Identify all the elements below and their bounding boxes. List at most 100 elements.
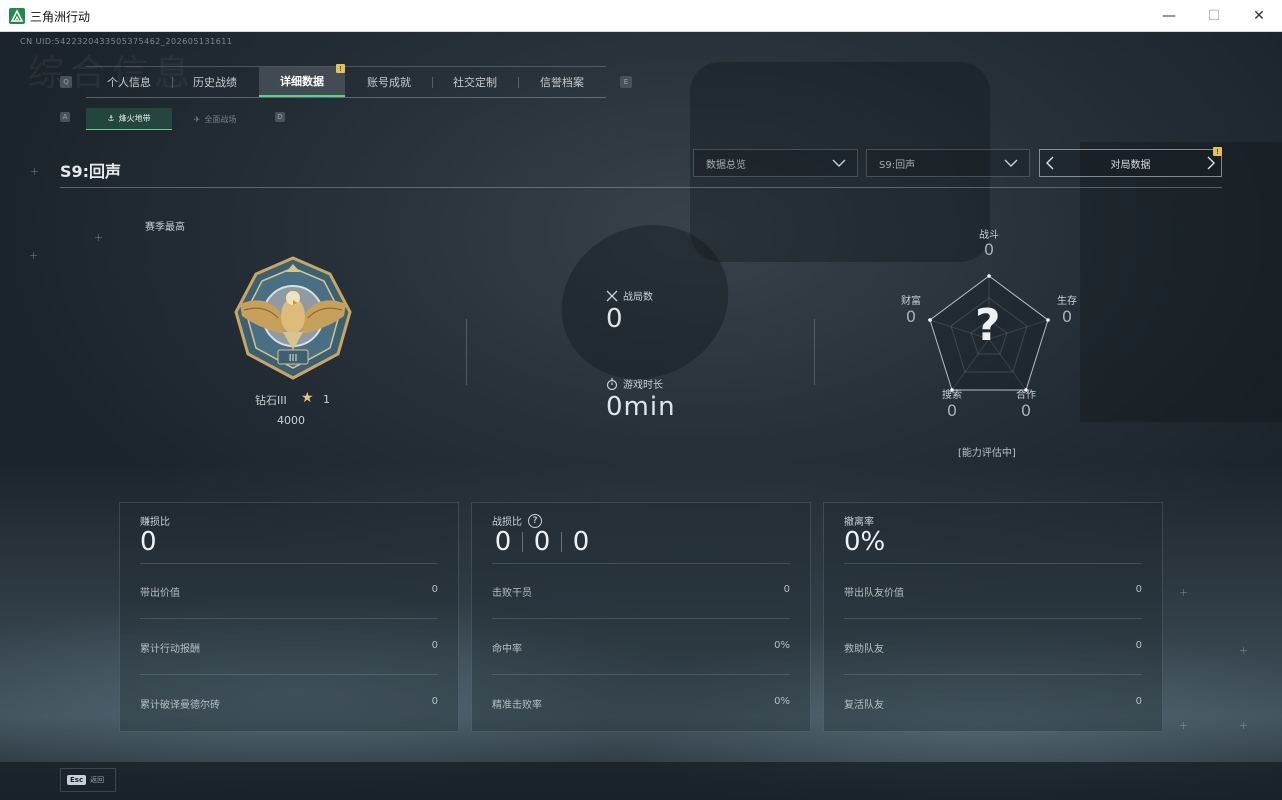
tab-prev-key[interactable]: Q	[60, 76, 72, 88]
row-label: 带出价值	[140, 588, 180, 599]
card-row: 击败干员 0	[492, 584, 790, 599]
playtime-label: 游戏时长	[623, 380, 663, 391]
row-value: 0%	[774, 640, 790, 651]
radar-status: [能力评估中]	[958, 448, 1016, 459]
season-best-label: 赛季最高	[145, 222, 185, 233]
chevron-left-icon[interactable]	[1044, 155, 1056, 171]
row-label: 带出队友价值	[844, 588, 904, 599]
row-label: 精准击败率	[492, 700, 542, 711]
decor-crosshair	[1180, 722, 1187, 729]
game-viewport: 综合信息 CN UID:5422320433505375462_20260513…	[0, 32, 1282, 800]
kd-value: 0	[494, 527, 512, 557]
rank-medal-icon: III	[234, 256, 352, 380]
card-divider	[140, 674, 438, 675]
radar-coop-value: 0	[1020, 401, 1032, 420]
tab-social[interactable]: 社交定制	[432, 67, 518, 97]
app-logo-icon	[9, 8, 25, 24]
card-row: 命中率 0%	[492, 640, 790, 655]
matches-label: 战局数	[623, 292, 653, 303]
row-value: 0	[1135, 584, 1142, 595]
maximize-button[interactable]: ☐	[1191, 0, 1237, 31]
card-row: 带出价值 0	[140, 584, 438, 599]
card-row: 累计破译曼德尔砖 0	[140, 696, 438, 711]
subtab-all-out-war[interactable]: ✈ 全面战场	[172, 108, 258, 130]
profit-ratio-card: 赚损比 0 带出价值 0 累计行动报酬 0 累计破译曼德尔砖 0	[119, 502, 459, 732]
season-title: S9:回声	[60, 162, 122, 181]
window-title: 三角洲行动	[30, 10, 91, 24]
tabs-underline	[86, 97, 606, 98]
row-label: 击败干员	[492, 588, 532, 599]
match-data-label: 对局数据	[1110, 159, 1151, 171]
subtab-label: 全面战场	[204, 114, 237, 124]
section-divider	[814, 319, 815, 385]
minimize-button[interactable]: —	[1146, 0, 1192, 31]
star-icon: ★	[301, 390, 314, 406]
kd-value: 0	[533, 527, 551, 557]
radar-combat-value: 0	[983, 240, 995, 259]
section-divider	[466, 319, 467, 385]
subtab-label: 烽火地带	[118, 114, 151, 123]
radar-unknown-mark: ?	[975, 300, 1001, 351]
radar-search-label: 搜索	[942, 390, 962, 401]
card-title: 战损比	[492, 517, 522, 528]
card-row: 累计行动报酬 0	[140, 640, 438, 655]
radar-wealth-value: 0	[905, 307, 917, 326]
card-row: 带出队友价值 0	[844, 584, 1142, 599]
decor-crosshair	[1240, 647, 1247, 654]
tab-achievements[interactable]: 账号成就	[346, 67, 432, 97]
row-value: 0	[431, 640, 438, 651]
matches-value: 0	[606, 304, 624, 334]
crossed-swords-icon	[606, 290, 618, 301]
chevron-right-icon[interactable]	[1205, 155, 1217, 171]
bottom-bar: Esc 返回	[0, 762, 1282, 800]
card-divider	[844, 618, 1142, 619]
tab-credit-record[interactable]: 信誉档案	[518, 67, 606, 97]
data-type-dropdown[interactable]: 数据总览	[693, 149, 858, 177]
esc-key-icon: Esc	[67, 775, 87, 785]
card-divider	[140, 618, 438, 619]
radar-combat-label: 战斗	[979, 230, 999, 241]
tab-next-key[interactable]: E	[620, 76, 632, 88]
back-button[interactable]: Esc 返回	[60, 768, 116, 792]
profit-ratio-value: 0	[140, 527, 157, 557]
row-value: 0%	[774, 696, 790, 707]
playtime-label-group: 游戏时长	[606, 376, 663, 391]
row-value: 0	[783, 584, 790, 595]
radar-search-value: 0	[946, 401, 958, 420]
radar-wealth-label: 财富	[901, 296, 921, 307]
subtab-prev-key[interactable]: A	[60, 112, 70, 122]
row-label: 复活队友	[844, 700, 884, 711]
season-divider	[60, 187, 1222, 188]
card-title-group: 战损比 ?	[492, 513, 542, 528]
decor-crosshair	[1180, 589, 1187, 596]
kd-value: 0	[572, 527, 590, 557]
card-divider	[492, 618, 790, 619]
card-row: 精准击败率 0%	[492, 696, 790, 711]
match-data-selector[interactable]: 对局数据	[1039, 149, 1222, 177]
decor-crosshair	[31, 168, 38, 175]
decor-crosshair	[1240, 722, 1247, 729]
help-icon[interactable]: ?	[528, 513, 542, 528]
rank-score: 4000	[277, 414, 305, 427]
kd-values: 0 0 0	[492, 527, 592, 557]
battlefield-icon: ✈	[193, 114, 201, 124]
window-titlebar: 三角洲行动 — ☐ ✕	[0, 0, 1282, 32]
playtime-value: 0min	[606, 392, 676, 422]
subtab-next-key[interactable]: D	[275, 112, 285, 122]
card-divider	[140, 563, 438, 564]
radar-coop-label: 合作	[1016, 390, 1036, 401]
dropdown-value: S9:回声	[879, 159, 916, 171]
season-dropdown[interactable]: S9:回声	[866, 149, 1030, 177]
medal-numeral: III	[289, 353, 298, 364]
rank-name: 钻石III	[255, 394, 287, 407]
close-button[interactable]: ✕	[1236, 0, 1282, 31]
tab-personal-info[interactable]: 个人信息	[86, 67, 172, 97]
tab-match-history[interactable]: 历史战绩	[172, 67, 258, 97]
row-value: 0	[1135, 640, 1142, 651]
row-label: 累计破译曼德尔砖	[140, 700, 220, 711]
tab-detailed-data[interactable]: 详细数据	[259, 67, 345, 97]
subtab-hazard-zone[interactable]: ⚓ 烽火地带	[86, 108, 172, 130]
background-structure	[1080, 142, 1282, 422]
row-label: 命中率	[492, 644, 522, 655]
card-divider	[492, 674, 790, 675]
